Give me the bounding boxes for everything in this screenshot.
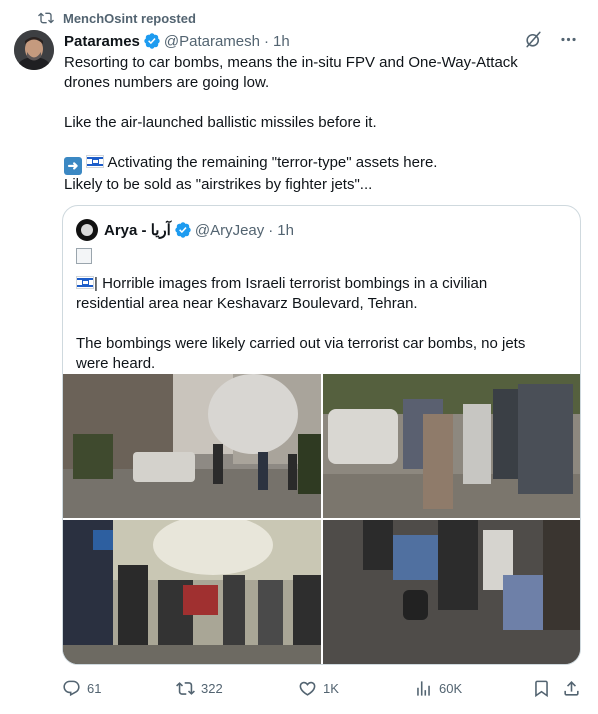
tweet-line-with-emoji: ➜ Activating the remaining "terror-type"… (64, 153, 580, 175)
like-count: 1K (323, 680, 339, 696)
media-photo-injured-pavement[interactable] (323, 520, 581, 664)
reply-button[interactable]: 61 (62, 679, 101, 698)
quoted-tweet[interactable]: Arya - آریا @AryJeay · 1h | Horrible ima… (62, 205, 581, 665)
more-options-icon[interactable] (559, 30, 578, 49)
quoted-author-handle[interactable]: @AryJeay (195, 222, 264, 239)
bookmark-icon (535, 680, 548, 697)
tweet-line: Resorting to car bombs, means the in-sit… (64, 54, 518, 71)
author-name[interactable]: Patarames (64, 33, 140, 50)
media-photo-injured-man[interactable] (323, 374, 581, 518)
quoted-timestamp[interactable]: 1h (277, 222, 294, 239)
tweet-line: Likely to be sold as "airstrikes by figh… (64, 176, 373, 193)
bookmark-button[interactable] (532, 679, 551, 698)
quote-line: residential area near Keshavarz Boulevar… (76, 295, 418, 312)
grok-icon[interactable] (524, 30, 543, 49)
repost-indicator[interactable]: MenchOsint reposted (38, 10, 196, 26)
repost-button[interactable]: 322 (176, 679, 223, 698)
tweet-line: drones numbers are going low. (64, 74, 270, 91)
quoted-tweet-header: Arya - آریا @AryJeay · 1h (76, 219, 294, 241)
timestamp[interactable]: 1h (273, 33, 290, 50)
tweet-header: Patarames @Pataramesh · 1h (64, 31, 290, 51)
verified-badge-icon (175, 222, 191, 238)
like-button[interactable]: 1K (298, 679, 339, 698)
separator-dot: · (264, 32, 269, 50)
views-chart-icon (417, 680, 430, 696)
quoted-author-name[interactable]: Arya - آریا (104, 221, 171, 239)
quoted-author-avatar[interactable] (76, 219, 98, 241)
quoted-tweet-text: | Horrible images from Israeli terrorist… (76, 248, 571, 374)
repost-label: MenchOsint reposted (63, 10, 196, 26)
reply-icon (63, 680, 80, 696)
quote-line: | Horrible images from Israeli terrorist… (94, 275, 488, 292)
broken-image-icon (76, 248, 92, 264)
heart-icon (299, 681, 316, 696)
repost-icon (176, 681, 195, 695)
verified-badge-icon (144, 33, 160, 49)
quote-line: were heard. (76, 355, 156, 372)
israel-flag-icon (76, 276, 94, 289)
media-grid (63, 374, 580, 664)
view-count: 60K (439, 680, 463, 696)
share-icon (564, 680, 579, 696)
tweet-line: Like the air-launched ballistic missiles… (64, 114, 377, 131)
tweet-action-bar: 61 322 1K 60K (62, 676, 587, 700)
tweet-text: Resorting to car bombs, means the in-sit… (64, 53, 580, 195)
author-handle[interactable]: @Pataramesh (164, 33, 260, 50)
tweet-header-actions (524, 30, 578, 49)
quote-line: The bombings were likely carried out via… (76, 335, 526, 352)
author-avatar[interactable] (14, 30, 54, 70)
separator-dot: · (268, 221, 274, 239)
repost-count: 322 (201, 680, 223, 696)
media-photo-street-smoke[interactable] (63, 374, 321, 518)
share-button[interactable] (562, 679, 581, 698)
repost-icon (38, 12, 54, 24)
tweet-line: Activating the remaining "terror-type" a… (104, 154, 438, 171)
media-photo-crowd-rescue[interactable] (63, 520, 321, 664)
right-arrow-emoji-icon: ➜ (64, 157, 82, 175)
israel-flag-icon (86, 155, 105, 168)
reply-count: 61 (87, 680, 102, 696)
views-button[interactable]: 60K (414, 679, 462, 698)
